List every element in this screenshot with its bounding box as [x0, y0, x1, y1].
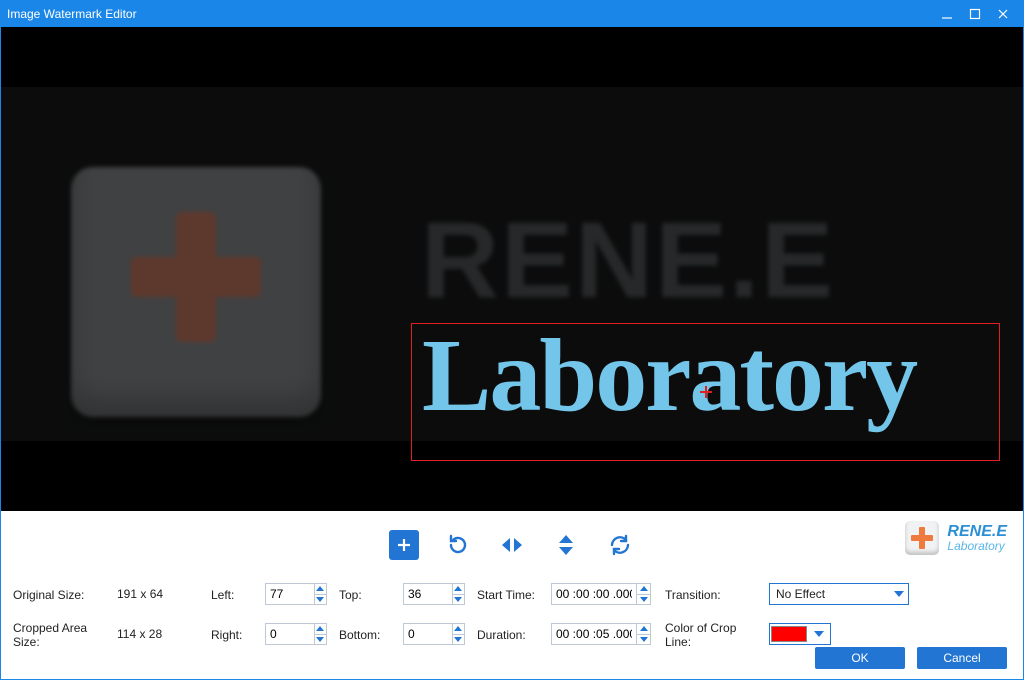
label-color-crop: Color of Crop Line:	[665, 619, 765, 649]
select-transition[interactable]: No Effect	[769, 583, 909, 605]
value-original-size: 191 x 64	[117, 587, 207, 601]
select-transition-value: No Effect	[770, 587, 890, 601]
input-top-wrap	[403, 583, 465, 605]
app-logo: RENE.E Laboratory	[905, 521, 1007, 555]
spin-down[interactable]	[453, 635, 464, 645]
label-original-size: Original Size:	[13, 586, 113, 602]
input-start-time[interactable]	[552, 584, 636, 604]
label-start-time: Start Time:	[477, 586, 547, 602]
brand-lower-text: Laboratory	[422, 324, 916, 428]
spin-up[interactable]	[453, 584, 464, 595]
label-bottom: Bottom:	[339, 626, 399, 642]
input-duration[interactable]	[552, 624, 636, 644]
label-cropped-size: Cropped Area Size:	[13, 619, 113, 649]
label-duration: Duration:	[477, 626, 547, 642]
flip-horizontal-button[interactable]	[497, 530, 527, 560]
color-swatch	[771, 626, 807, 642]
spin-up[interactable]	[315, 624, 326, 635]
input-left[interactable]	[266, 584, 314, 604]
cancel-button[interactable]: Cancel	[917, 647, 1007, 669]
spin-up[interactable]	[637, 624, 650, 635]
button-row: OK Cancel	[815, 647, 1007, 669]
window-root: Image Watermark Editor RENE.E Laboratory	[0, 0, 1024, 680]
close-button[interactable]	[989, 1, 1017, 27]
spin-down[interactable]	[637, 595, 650, 605]
titlebar: Image Watermark Editor	[1, 1, 1023, 27]
spin-down[interactable]	[637, 635, 650, 645]
logo-line2: Laboratory	[947, 540, 1007, 552]
reset-button[interactable]	[605, 530, 635, 560]
toolbar	[13, 525, 1011, 565]
chevron-down-icon	[807, 631, 830, 637]
ok-button[interactable]: OK	[815, 647, 905, 669]
flip-vertical-button[interactable]	[551, 530, 581, 560]
chevron-down-icon	[890, 591, 908, 597]
control-panel: RENE.E Laboratory Original Size:	[1, 511, 1023, 679]
spin-down[interactable]	[315, 595, 326, 605]
spin-down[interactable]	[315, 635, 326, 645]
spin-up[interactable]	[315, 584, 326, 595]
label-left: Left:	[211, 586, 261, 602]
maximize-button[interactable]	[961, 1, 989, 27]
input-right[interactable]	[266, 624, 314, 644]
logo-line1: RENE.E	[947, 524, 1007, 540]
spin-up[interactable]	[453, 624, 464, 635]
form-grid: Original Size: 191 x 64 Left: Top: Start…	[13, 583, 1011, 649]
input-start-time-wrap	[551, 583, 651, 605]
label-right: Right:	[211, 626, 261, 642]
input-right-wrap	[265, 623, 327, 645]
plus-icon	[905, 521, 939, 555]
value-cropped-size: 114 x 28	[117, 627, 207, 641]
select-crop-color[interactable]	[769, 623, 831, 645]
input-duration-wrap	[551, 623, 651, 645]
input-bottom[interactable]	[404, 624, 452, 644]
input-bottom-wrap	[403, 623, 465, 645]
minimize-button[interactable]	[933, 1, 961, 27]
add-button[interactable]	[389, 530, 419, 560]
spin-down[interactable]	[453, 595, 464, 605]
label-top: Top:	[339, 586, 399, 602]
input-top[interactable]	[404, 584, 452, 604]
rotate-button[interactable]	[443, 530, 473, 560]
spin-up[interactable]	[637, 584, 650, 595]
crop-selection[interactable]: Laboratory	[411, 323, 1000, 461]
label-transition: Transition:	[665, 586, 765, 602]
input-left-wrap	[265, 583, 327, 605]
selection-center-icon	[700, 386, 712, 398]
preview-area[interactable]: RENE.E Laboratory	[1, 27, 1023, 511]
window-title: Image Watermark Editor	[7, 7, 933, 21]
